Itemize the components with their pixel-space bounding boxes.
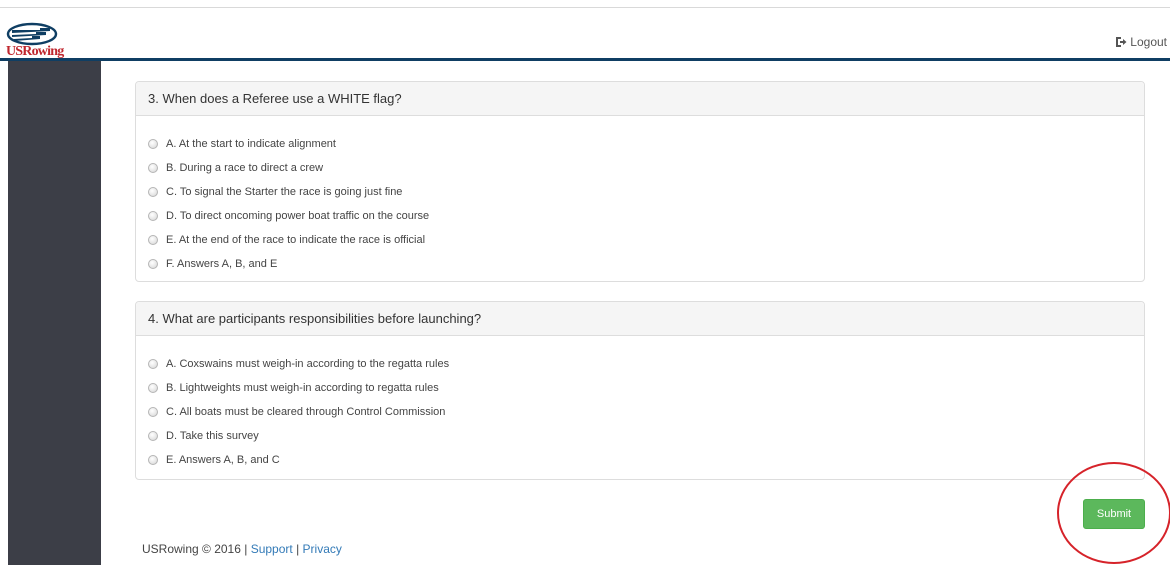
radio-button[interactable] bbox=[148, 187, 158, 197]
answer-option[interactable]: C. All boats must be cleared through Con… bbox=[148, 400, 1132, 424]
radio-button[interactable] bbox=[148, 431, 158, 441]
question-title: 3. When does a Referee use a WHITE flag? bbox=[136, 82, 1144, 116]
answer-option[interactable]: B. Lightweights must weigh-in according … bbox=[148, 376, 1132, 400]
question-title: 4. What are participants responsibilitie… bbox=[136, 302, 1144, 336]
radio-button[interactable] bbox=[148, 259, 158, 269]
answer-label: D. Take this survey bbox=[166, 430, 259, 442]
answer-label: A. At the start to indicate alignment bbox=[166, 138, 336, 150]
question-panel-3: 3. When does a Referee use a WHITE flag?… bbox=[135, 81, 1145, 282]
usrowing-logo-icon bbox=[6, 22, 58, 46]
answer-option[interactable]: A. At the start to indicate alignment bbox=[148, 132, 1132, 156]
top-navbar: USRowing Logout bbox=[0, 9, 1170, 59]
answer-option[interactable]: E. At the end of the race to indicate th… bbox=[148, 228, 1132, 252]
submit-button[interactable]: Submit bbox=[1083, 499, 1145, 529]
answer-label: C. To signal the Starter the race is goi… bbox=[166, 186, 403, 198]
answer-option[interactable]: D. Take this survey bbox=[148, 424, 1132, 448]
radio-button[interactable] bbox=[148, 163, 158, 173]
logout-label: Logout bbox=[1130, 35, 1167, 49]
radio-button[interactable] bbox=[148, 359, 158, 369]
answer-label: B. During a race to direct a crew bbox=[166, 162, 324, 174]
answer-label: B. Lightweights must weigh-in according … bbox=[166, 382, 439, 394]
question-options: A. At the start to indicate alignment B.… bbox=[136, 116, 1144, 276]
answer-label: A. Coxswains must weigh-in according to … bbox=[166, 358, 450, 370]
radio-button[interactable] bbox=[148, 407, 158, 417]
radio-button[interactable] bbox=[148, 235, 158, 245]
answer-option[interactable]: E. Answers A, B, and C bbox=[148, 448, 1132, 472]
answer-label: E. At the end of the race to indicate th… bbox=[166, 234, 426, 246]
answer-option[interactable]: B. During a race to direct a crew bbox=[148, 156, 1132, 180]
answer-option[interactable]: F. Answers A, B, and E bbox=[148, 252, 1132, 276]
answer-label: C. All boats must be cleared through Con… bbox=[166, 406, 446, 418]
answer-label: E. Answers A, B, and C bbox=[166, 454, 280, 466]
answer-option[interactable]: C. To signal the Starter the race is goi… bbox=[148, 180, 1132, 204]
usrowing-logo[interactable]: USRowing bbox=[6, 22, 64, 62]
radio-button[interactable] bbox=[148, 211, 158, 221]
page-footer: USRowing © 2016 | Support | Privacy bbox=[142, 542, 342, 556]
radio-button[interactable] bbox=[148, 455, 158, 465]
answer-label: F. Answers A, B, and E bbox=[166, 258, 278, 270]
copyright-text: USRowing © 2016 | bbox=[142, 542, 248, 556]
support-link[interactable]: Support bbox=[251, 542, 293, 556]
left-gutter bbox=[0, 61, 8, 565]
question-options: A. Coxswains must weigh-in according to … bbox=[136, 336, 1144, 472]
sign-out-icon bbox=[1116, 37, 1127, 47]
logout-link[interactable]: Logout bbox=[1115, 35, 1167, 49]
radio-button[interactable] bbox=[148, 383, 158, 393]
top-border bbox=[0, 0, 1170, 8]
radio-button[interactable] bbox=[148, 139, 158, 149]
answer-option[interactable]: A. Coxswains must weigh-in according to … bbox=[148, 352, 1132, 376]
navbar-divider bbox=[0, 58, 1170, 61]
privacy-link[interactable]: Privacy bbox=[303, 542, 342, 556]
answer-option[interactable]: D. To direct oncoming power boat traffic… bbox=[148, 204, 1132, 228]
footer-separator: | bbox=[296, 542, 300, 556]
sidebar bbox=[8, 61, 101, 565]
answer-label: D. To direct oncoming power boat traffic… bbox=[166, 210, 430, 222]
question-panel-4: 4. What are participants responsibilitie… bbox=[135, 301, 1145, 480]
